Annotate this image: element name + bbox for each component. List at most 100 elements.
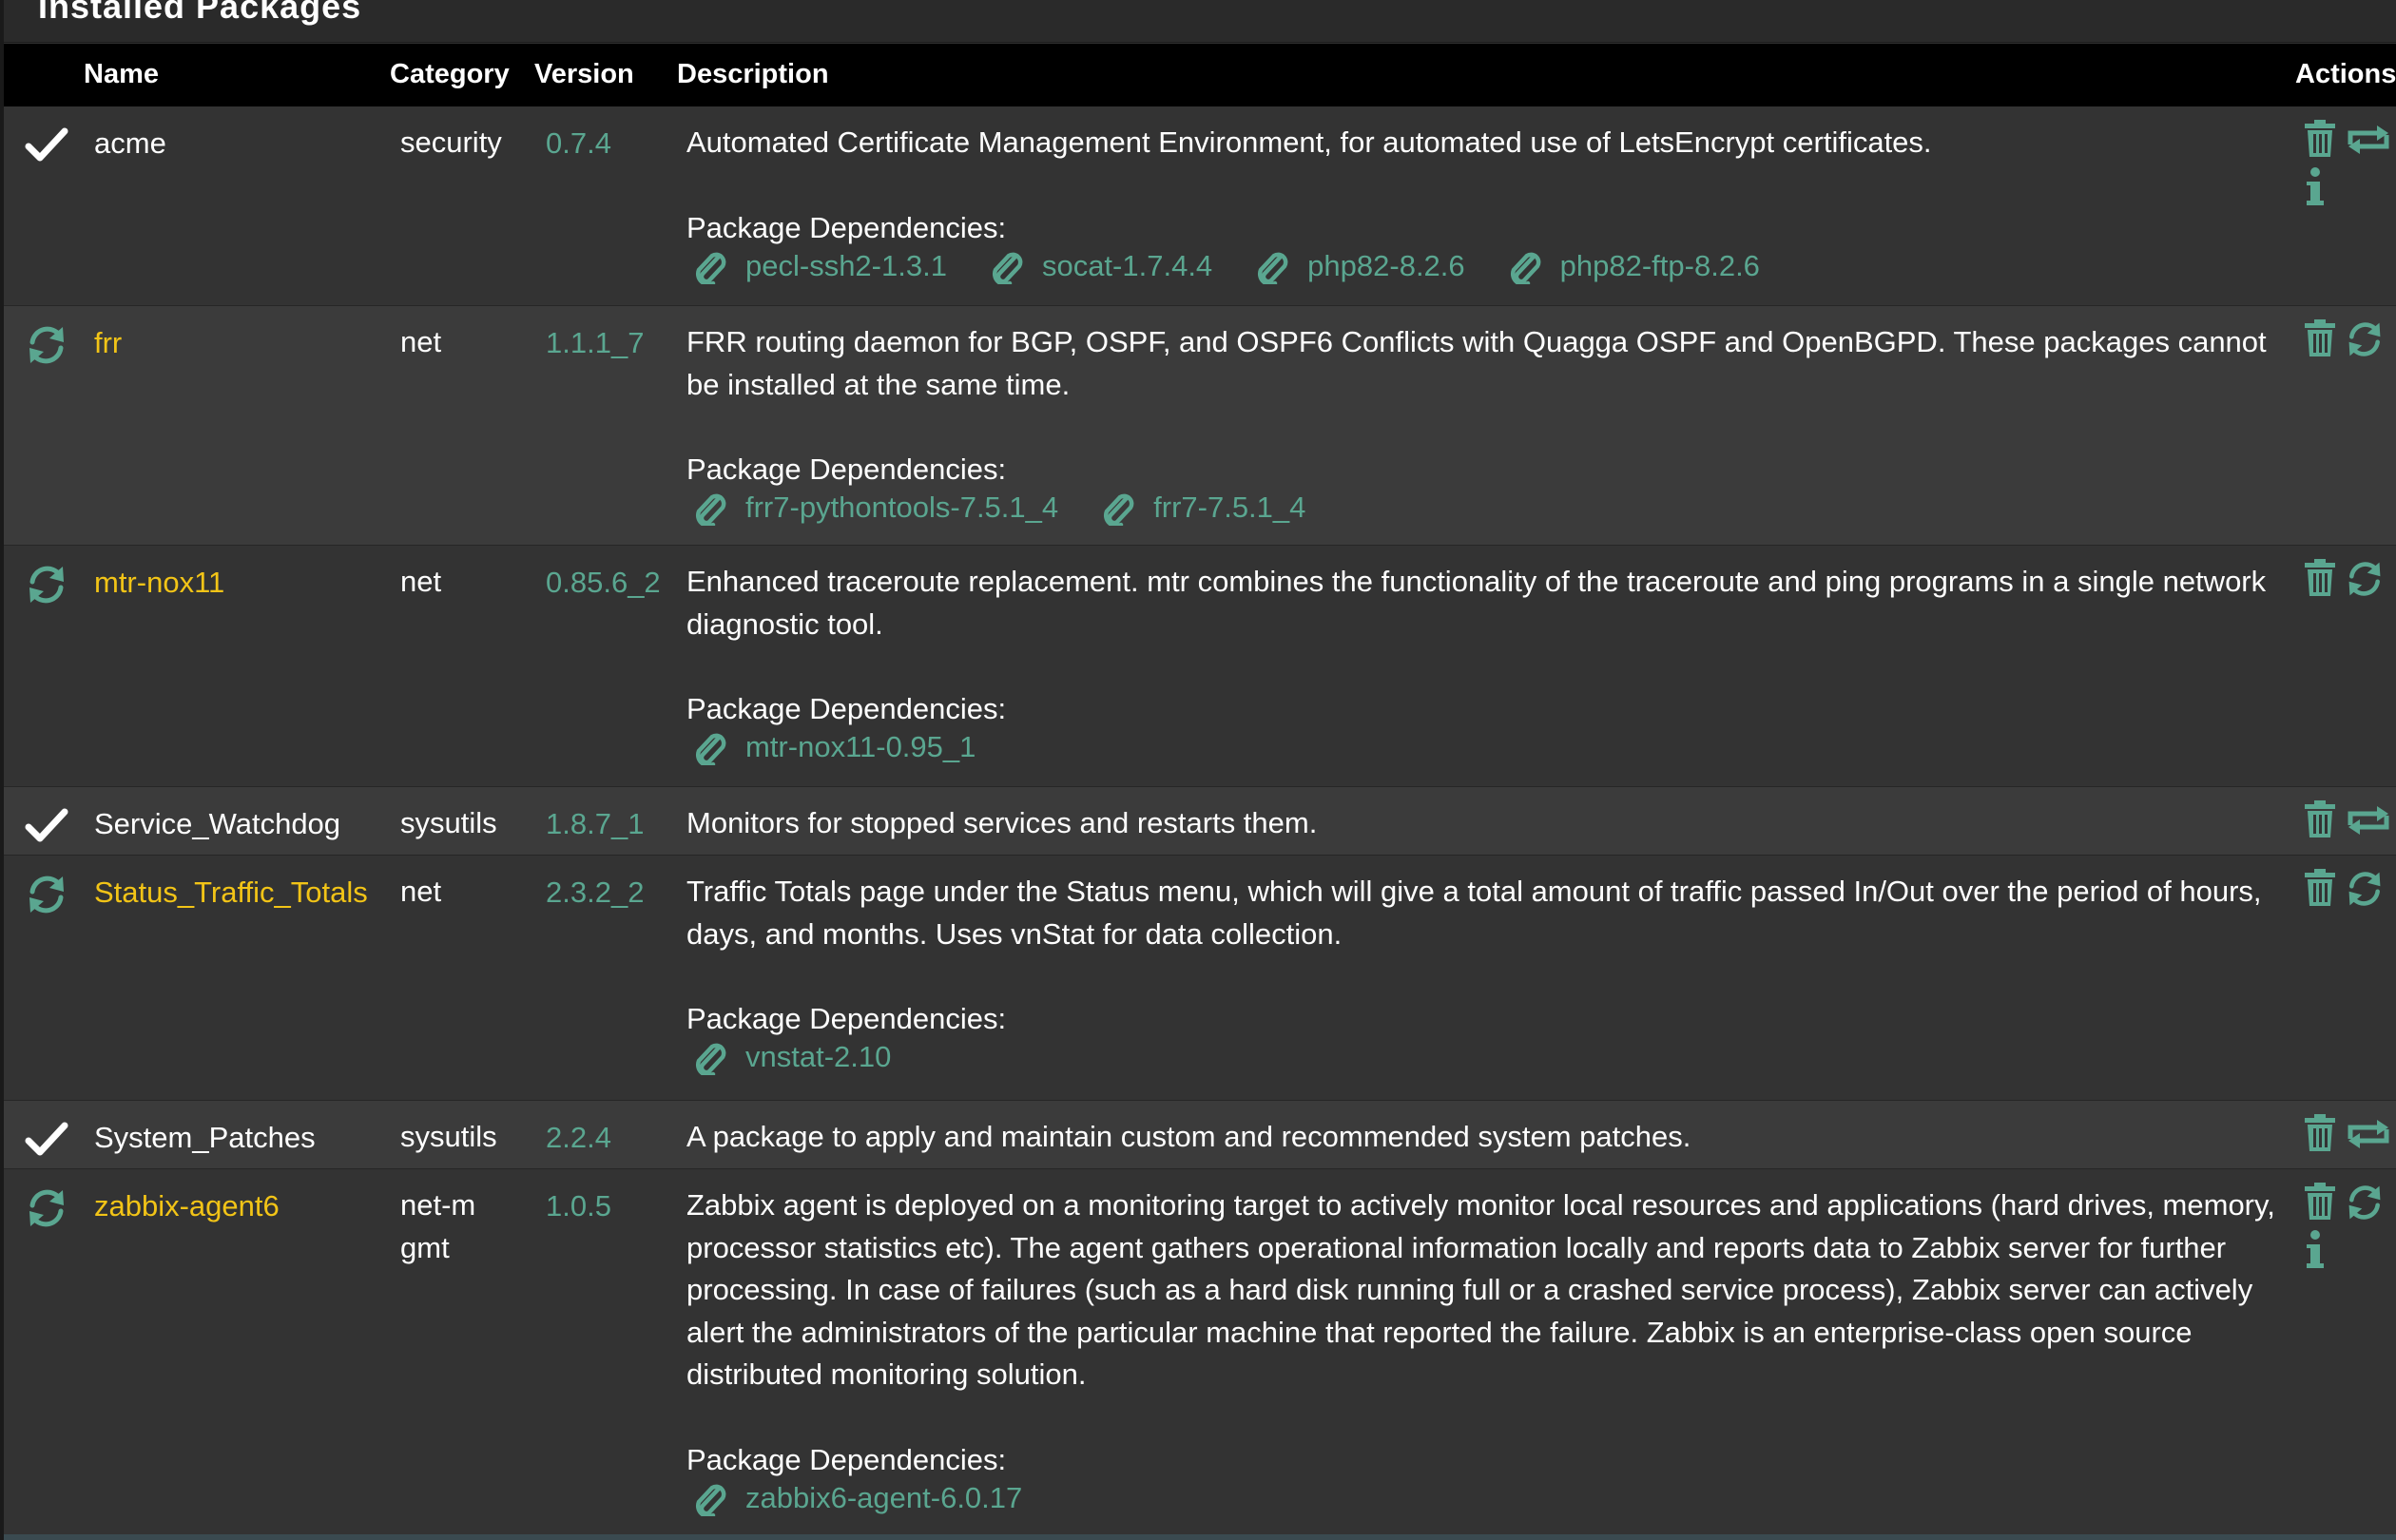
trash-icon	[2303, 1114, 2337, 1156]
refresh-icon[interactable]	[25, 323, 68, 367]
dependency-link[interactable]: zabbix6-agent-6.0.17	[692, 1480, 1022, 1516]
dependency-link[interactable]: frr7-pythontools-7.5.1_4	[692, 490, 1058, 526]
table-row: Status_Traffic_Totals net 2.3.2_2 Traffic T…	[4, 856, 2396, 1101]
delete-button[interactable]	[2303, 120, 2337, 163]
package-version: 2.2.4	[546, 1121, 611, 1154]
package-category: net	[400, 565, 442, 598]
package-description: Automated Certificate Management Environ…	[686, 125, 1932, 159]
dependency-link[interactable]: vnstat-2.10	[692, 1039, 891, 1075]
panel-title: Installed Packages	[38, 0, 362, 26]
refresh-icon	[2345, 1185, 2385, 1226]
column-header-version[interactable]: Version	[534, 59, 634, 90]
paperclip-icon	[1507, 248, 1551, 284]
table-header: Name Category Version Description Action…	[4, 44, 2396, 106]
update-button[interactable]	[2345, 869, 2385, 914]
reinstall-button[interactable]	[2345, 122, 2392, 163]
paperclip-icon	[692, 248, 736, 284]
dependencies-label: Package Dependencies:	[686, 1002, 1007, 1035]
dependency-name: php82-8.2.6	[1307, 248, 1465, 282]
table-row: System_Patches sysutils 2.2.4 A package to …	[4, 1101, 2396, 1169]
paperclip-icon	[692, 490, 736, 526]
package-version: 0.7.4	[546, 126, 611, 160]
package-name[interactable]: mtr-nox11	[94, 561, 224, 604]
dependency-list: pecl-ssh2-1.3.1 socat-1.7.4.4 php82-8.2.6 p…	[692, 248, 1802, 292]
info-button[interactable]	[2307, 167, 2324, 212]
delete-button[interactable]	[2303, 319, 2337, 362]
dependency-link[interactable]: pecl-ssh2-1.3.1	[692, 248, 947, 284]
refresh-icon[interactable]	[25, 873, 68, 916]
bottom-strip	[4, 1534, 2396, 1540]
row-actions	[2303, 319, 2396, 424]
refresh-icon	[2345, 872, 2385, 913]
trash-icon	[2303, 120, 2337, 162]
package-category: sysutils	[400, 806, 497, 839]
reinstall-button[interactable]	[2345, 802, 2392, 843]
table-row: zabbix-agent6 net-mgmt 1.0.5 Zabbix agent i…	[4, 1169, 2396, 1540]
package-description: Enhanced traceroute replacement. mtr com…	[686, 565, 2267, 641]
installed-packages-panel: Installed Packages Name Category Version…	[0, 0, 2396, 1540]
package-version: 1.1.1_7	[546, 326, 645, 359]
delete-button[interactable]	[2303, 559, 2337, 602]
column-header-category[interactable]: Category	[390, 59, 510, 90]
delete-button[interactable]	[2303, 1114, 2337, 1157]
package-version: 1.0.5	[546, 1189, 611, 1222]
dependency-list: frr7-pythontools-7.5.1_4 frr7-7.5.1_4	[692, 490, 1347, 533]
column-header-name[interactable]: Name	[84, 59, 159, 90]
paperclip-icon	[692, 729, 736, 765]
trash-icon	[2303, 559, 2337, 601]
dependency-link[interactable]: mtr-nox11-0.95_1	[692, 729, 976, 765]
dependency-link[interactable]: php82-ftp-8.2.6	[1507, 248, 1760, 284]
package-description: Monitors for stopped services and restar…	[686, 806, 1318, 839]
package-category: net-mgmt	[400, 1188, 476, 1264]
reinstall-icon	[2345, 125, 2392, 162]
refresh-icon	[2345, 562, 2385, 603]
dependency-link[interactable]: socat-1.7.4.4	[989, 248, 1212, 284]
package-version: 0.85.6_2	[546, 566, 661, 599]
check-icon	[25, 1118, 68, 1162]
package-name: acme	[94, 126, 166, 160]
dependencies-label: Package Dependencies:	[686, 210, 1007, 244]
reinstall-button[interactable]	[2345, 1116, 2392, 1157]
package-category: sysutils	[400, 1120, 497, 1153]
dependencies-label: Package Dependencies:	[686, 1442, 1007, 1476]
panel-heading: Installed Packages	[4, 0, 2396, 43]
package-description: Zabbix agent is deployed on a monitoring…	[686, 1188, 2275, 1391]
update-button[interactable]	[2345, 559, 2385, 604]
package-description: Traffic Totals page under the Status men…	[686, 875, 2262, 951]
row-actions	[2303, 559, 2396, 664]
delete-button[interactable]	[2303, 800, 2337, 843]
column-header-actions: Actions	[2295, 59, 2396, 89]
dependency-name: pecl-ssh2-1.3.1	[745, 248, 947, 282]
update-button[interactable]	[2345, 1183, 2385, 1227]
package-category: net	[400, 875, 442, 908]
dependencies-label: Package Dependencies:	[686, 692, 1007, 725]
paperclip-icon	[692, 1480, 736, 1516]
dependency-name: frr7-pythontools-7.5.1_4	[745, 491, 1059, 524]
update-button[interactable]	[2345, 319, 2385, 364]
dependency-list: vnstat-2.10	[692, 1039, 933, 1083]
dependency-list: mtr-nox11-0.95_1	[692, 729, 1017, 773]
delete-button[interactable]	[2303, 869, 2337, 912]
row-actions	[2303, 869, 2396, 973]
dependency-link[interactable]: php82-8.2.6	[1254, 248, 1465, 284]
package-name[interactable]: Status_Traffic_Totals	[94, 871, 368, 914]
trash-icon	[2303, 869, 2337, 911]
info-button[interactable]	[2307, 1230, 2324, 1275]
dependency-name: frr7-7.5.1_4	[1153, 491, 1306, 524]
info-icon	[2307, 167, 2324, 211]
refresh-icon[interactable]	[25, 563, 68, 606]
row-actions	[2303, 800, 2396, 856]
table-row: mtr-nox11 net 0.85.6_2 Enhanced traceroute …	[4, 546, 2396, 787]
dependency-list: zabbix6-agent-6.0.17	[692, 1480, 1064, 1524]
reinstall-icon	[2345, 1120, 2392, 1156]
check-icon	[25, 804, 68, 848]
package-name: Service_Watchdog	[94, 807, 341, 840]
delete-button[interactable]	[2303, 1183, 2337, 1225]
dependency-link[interactable]: frr7-7.5.1_4	[1100, 490, 1305, 526]
table-row: frr net 1.1.1_7 FRR routing daemon for BGP,…	[4, 306, 2396, 546]
refresh-icon[interactable]	[25, 1186, 68, 1230]
package-name[interactable]: frr	[94, 321, 122, 364]
paperclip-icon	[1100, 490, 1144, 526]
column-header-description[interactable]: Description	[677, 59, 829, 90]
package-name[interactable]: zabbix-agent6	[94, 1184, 280, 1227]
